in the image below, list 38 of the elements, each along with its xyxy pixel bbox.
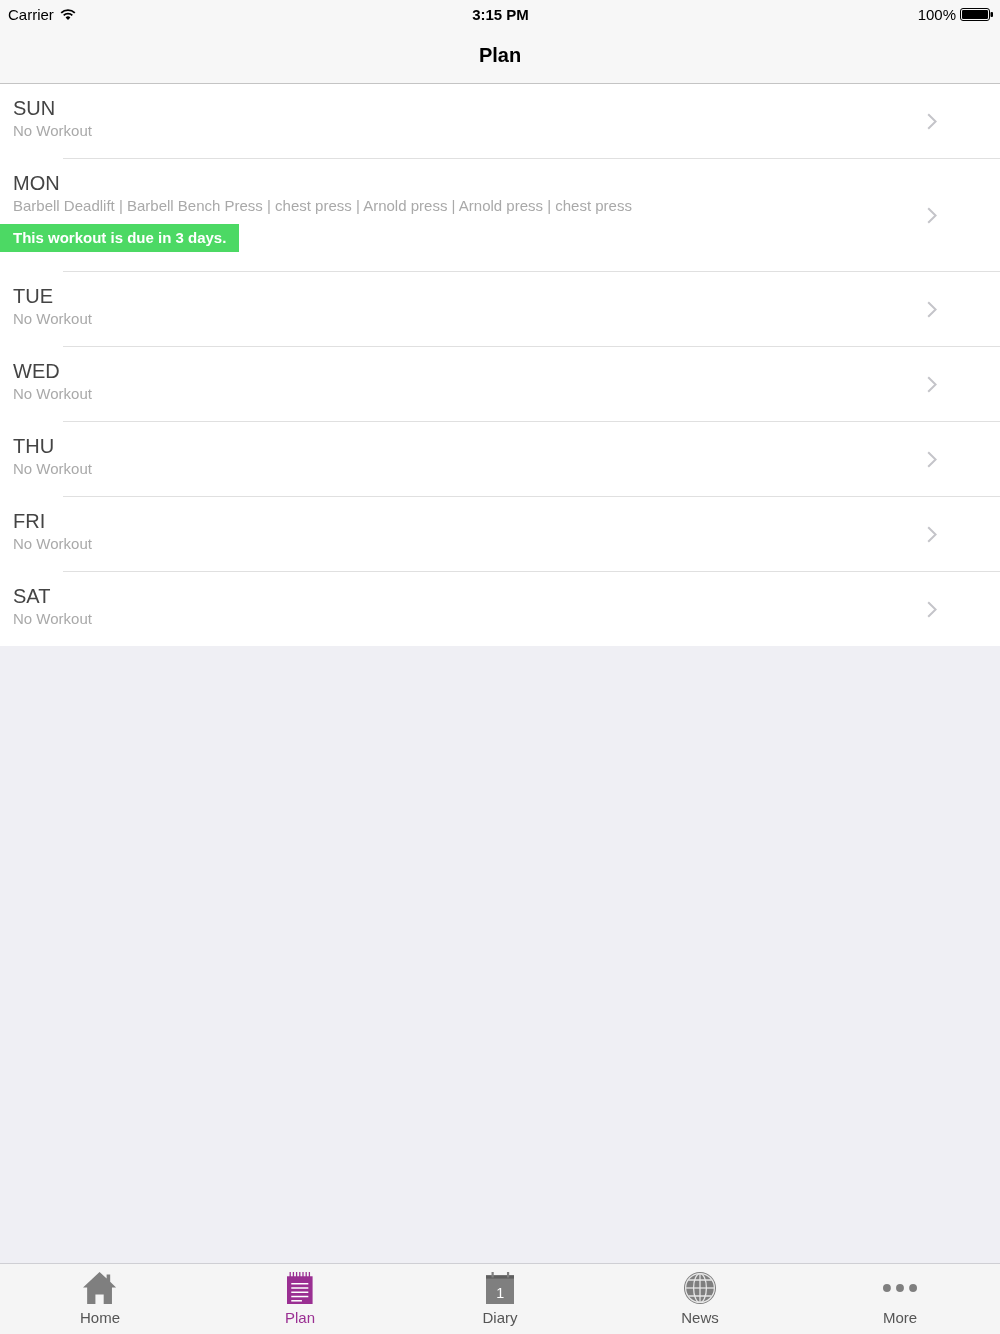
workout-summary: No Workout <box>13 384 92 404</box>
day-title: WED <box>13 359 60 383</box>
battery-percentage: 100% <box>917 5 956 23</box>
workout-summary: No Workout <box>13 534 92 554</box>
house-icon <box>83 1272 117 1304</box>
day-title: FRI <box>13 509 46 533</box>
chevron-right-icon <box>927 112 937 130</box>
tab-button[interactable]: More <box>800 1264 1000 1334</box>
status-time: 3:15 PM <box>472 5 529 23</box>
workout-summary: Barbell Deadlift | Barbell Bench Press | chest press | Arnold press | Arnold press | chest press <box>13 196 632 216</box>
nav-title: Plan <box>478 44 522 67</box>
chevron-right-icon <box>927 300 937 318</box>
chevron-right-icon <box>927 450 937 468</box>
wifi-icon <box>59 8 76 20</box>
day-title: TUE <box>13 284 53 308</box>
notepad-icon <box>287 1272 313 1304</box>
tab-button[interactable]: Home <box>0 1264 200 1334</box>
workout-summary: No Workout <box>13 309 92 329</box>
chevron-right-icon <box>927 600 937 618</box>
tab-button[interactable]: Plan <box>200 1264 400 1334</box>
globe-icon <box>684 1272 716 1304</box>
chevron-right-icon <box>927 206 937 224</box>
workout-summary: No Workout <box>13 121 92 141</box>
calendar-icon: 1 <box>485 1272 515 1304</box>
day-title: MON <box>13 171 60 195</box>
chevron-right-icon <box>927 525 937 543</box>
more-icon <box>883 1284 917 1292</box>
tab-button[interactable]: News <box>600 1264 800 1334</box>
day-title: THU <box>13 434 55 458</box>
battery-icon <box>960 7 993 21</box>
carrier-label: Carrier <box>8 5 54 23</box>
due-notice: This workout is due in 3 days. <box>0 224 240 252</box>
tab-button[interactable]: 1 Diary <box>400 1264 600 1334</box>
day-title: SAT <box>13 584 51 608</box>
workout-summary: No Workout <box>13 609 92 629</box>
workout-summary: No Workout <box>13 459 92 479</box>
day-title: SUN <box>13 96 56 120</box>
chevron-right-icon <box>927 375 937 393</box>
